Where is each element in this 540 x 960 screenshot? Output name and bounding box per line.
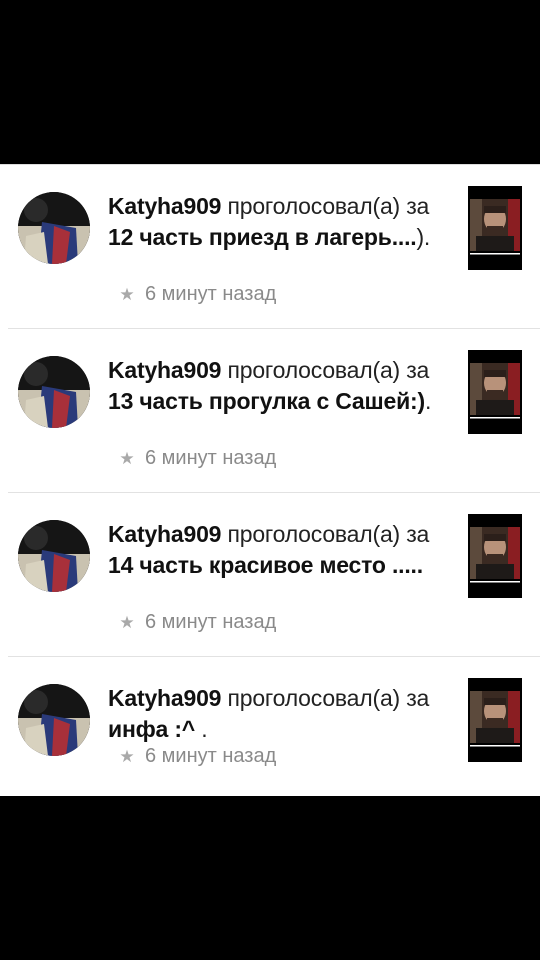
star-icon: ★ [119, 448, 135, 468]
timestamp-text: 6 минут назад [145, 611, 277, 633]
username[interactable]: Katyha909 [108, 685, 221, 711]
activity-text: Katyha909 проголосовал(а) за инфа :^ . [108, 683, 448, 745]
action-text: проголосовал(а) [227, 521, 400, 547]
story-cover-thumbnail[interactable] [468, 186, 522, 270]
activity-text: Katyha909 проголосовал(а) за 14 часть кр… [108, 519, 448, 581]
list-item[interactable]: Katyha909 проголосовал(а) за инфа :^ . ★… [0, 657, 540, 793]
list-item[interactable]: Katyha909 проголосовал(а) за 13 часть пр… [0, 329, 540, 493]
timestamp: ★ 6 минут назад [116, 611, 276, 634]
part-title-link[interactable]: 13 часть прогулка с Сашей:) [108, 388, 425, 414]
preposition-text: за [406, 357, 430, 383]
timestamp: ★ 6 минут назад [116, 745, 276, 768]
suffix-text: . [424, 388, 432, 414]
part-title-link[interactable]: 14 часть красивое место ..... [108, 552, 423, 578]
action-text: проголосовал(а) [227, 193, 400, 219]
avatar[interactable] [18, 520, 90, 592]
activity-text: Katyha909 проголосовал(а) за 13 часть пр… [108, 355, 448, 417]
avatar[interactable] [18, 684, 90, 756]
avatar[interactable] [18, 192, 90, 264]
timestamp: ★ 6 минут назад [116, 283, 276, 306]
suffix-text: . [195, 716, 208, 742]
star-icon: ★ [119, 612, 135, 632]
timestamp-text: 6 минут назад [145, 283, 277, 305]
story-cover-thumbnail[interactable] [468, 514, 522, 598]
star-icon: ★ [119, 284, 135, 304]
timestamp-text: 6 минут назад [145, 745, 277, 767]
part-title-link[interactable]: инфа :^ [108, 716, 195, 742]
username[interactable]: Katyha909 [108, 357, 221, 383]
timestamp: ★ 6 минут назад [116, 447, 276, 470]
timestamp-text: 6 минут назад [145, 447, 277, 469]
star-icon: ★ [119, 746, 135, 766]
activity-text: Katyha909 проголосовал(а) за 12 часть пр… [108, 191, 448, 253]
story-cover-thumbnail[interactable] [468, 678, 522, 762]
preposition-text: за [406, 193, 430, 219]
screen: Katyha909 проголосовал(а) за 12 часть пр… [0, 0, 540, 960]
part-title-link[interactable]: 12 часть приезд в лагерь.... [108, 224, 417, 250]
preposition-text: за [406, 685, 430, 711]
list-item[interactable]: Katyha909 проголосовал(а) за 14 часть кр… [0, 493, 540, 657]
activity-feed: Katyha909 проголосовал(а) за 12 часть пр… [0, 164, 540, 796]
suffix-text: ). [416, 224, 431, 250]
username[interactable]: Katyha909 [108, 193, 221, 219]
action-text: проголосовал(а) [227, 685, 400, 711]
avatar[interactable] [18, 356, 90, 428]
username[interactable]: Katyha909 [108, 521, 221, 547]
story-cover-thumbnail[interactable] [468, 350, 522, 434]
preposition-text: за [406, 521, 430, 547]
list-item[interactable]: Katyha909 проголосовал(а) за 12 часть пр… [0, 165, 540, 329]
action-text: проголосовал(а) [227, 357, 400, 383]
